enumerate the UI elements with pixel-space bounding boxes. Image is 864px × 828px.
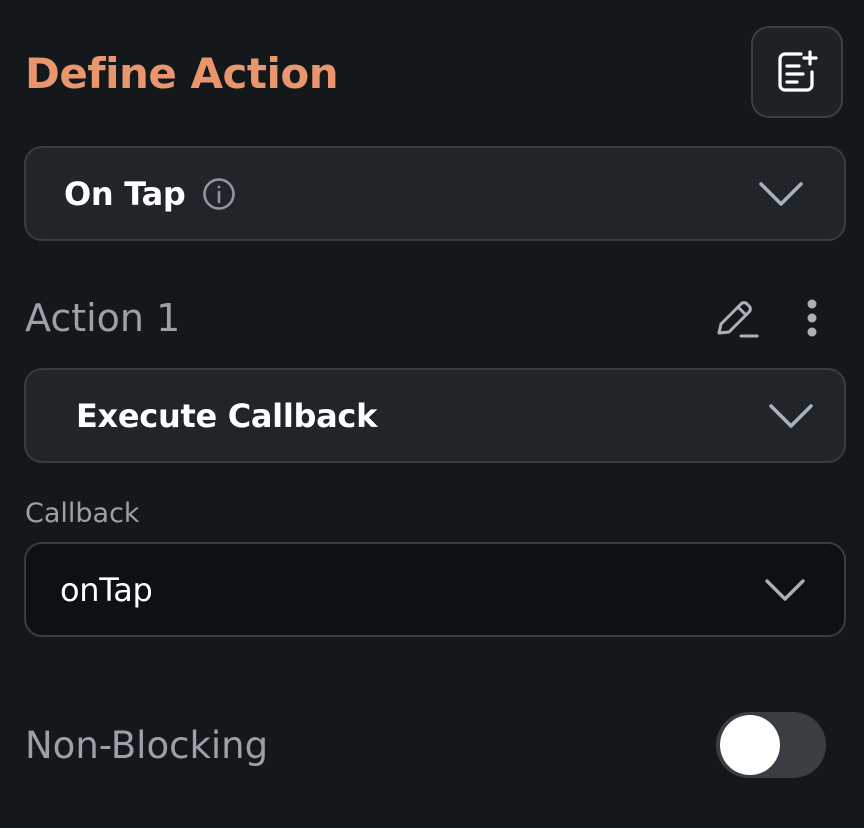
callback-dropdown[interactable]: onTap: [24, 542, 846, 637]
add-note-icon: [778, 50, 818, 92]
action-type-selected-value: Execute Callback: [76, 396, 378, 435]
page-title: Define Action: [25, 49, 339, 98]
pencil-icon: [717, 301, 759, 338]
trigger-selected-value: On Tap: [64, 174, 186, 213]
edit-action-button[interactable]: [712, 294, 760, 342]
action-title: Action 1: [25, 296, 181, 340]
define-action-panel: Define Action On Tap Action 1 Execute Ca…: [0, 0, 864, 828]
more-options-button[interactable]: [794, 294, 830, 342]
more-vertical-icon: [807, 299, 817, 337]
chevron-down-icon: [768, 402, 814, 430]
trigger-dropdown[interactable]: On Tap: [24, 146, 846, 241]
callback-selected-value: onTap: [60, 570, 153, 609]
non-blocking-toggle[interactable]: [716, 712, 826, 778]
toggle-knob: [720, 715, 780, 775]
chevron-down-icon: [758, 180, 804, 208]
callback-label: Callback: [25, 498, 140, 529]
chevron-down-icon: [764, 577, 806, 603]
non-blocking-label: Non-Blocking: [25, 724, 269, 767]
info-icon[interactable]: [202, 177, 236, 211]
add-note-button[interactable]: [751, 26, 843, 118]
action-type-dropdown[interactable]: Execute Callback: [24, 368, 846, 463]
